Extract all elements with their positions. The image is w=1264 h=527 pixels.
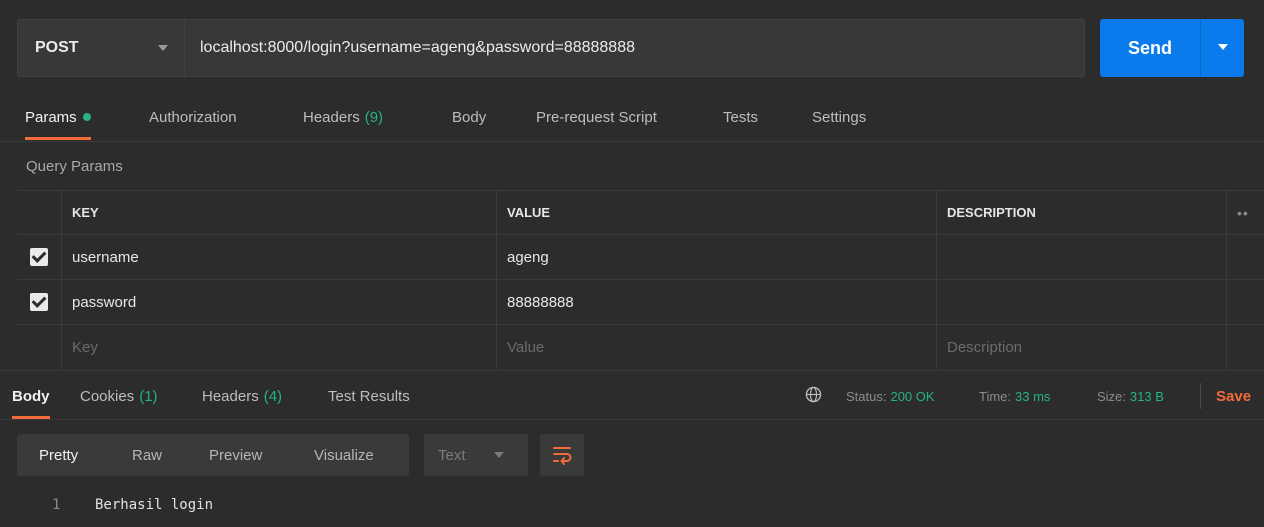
tab-response-body[interactable]: Body — [12, 371, 50, 421]
header-description: DESCRIPTION — [937, 191, 1227, 234]
tab-label: Test Results — [328, 387, 410, 405]
tab-tests[interactable]: Tests — [723, 92, 758, 142]
new-key-input[interactable]: Key — [62, 325, 497, 369]
header-value: VALUE — [497, 191, 937, 234]
checkbox-checked-icon[interactable] — [30, 248, 48, 266]
tab-label: Authorization — [149, 108, 237, 126]
wrap-lines-button[interactable] — [540, 434, 584, 476]
chevron-down-icon — [158, 45, 168, 51]
save-response-button[interactable]: Save — [1216, 371, 1251, 421]
tab-label: Cookies — [80, 387, 135, 405]
send-button[interactable]: Send — [1100, 19, 1200, 77]
globe-icon[interactable] — [805, 386, 822, 403]
tab-authorization[interactable]: Authorization — [149, 92, 237, 142]
time-value: 33 ms — [1015, 388, 1051, 404]
tab-count: (1) — [139, 387, 158, 405]
param-key-field[interactable]: username — [62, 235, 497, 279]
format-visualize[interactable]: Visualize — [314, 434, 374, 476]
param-value-field[interactable]: 88888888 — [497, 280, 937, 324]
param-description-field[interactable] — [937, 280, 1227, 324]
tab-test-results[interactable]: Test Results — [328, 371, 410, 421]
line-number: 1 — [52, 497, 61, 513]
header-key: KEY — [62, 191, 497, 234]
header-check-cell — [17, 191, 62, 234]
format-pretty[interactable]: Pretty — [39, 434, 78, 476]
chevron-down-icon — [494, 452, 504, 458]
language-select-value: Text — [438, 446, 466, 464]
active-indicator-icon — [82, 113, 91, 121]
tab-label: Pre-request Script — [536, 108, 657, 126]
active-tab-underline — [25, 137, 91, 140]
param-description-field[interactable] — [937, 235, 1227, 279]
table-row: username ageng — [17, 234, 1264, 279]
url-input[interactable]: localhost:8000/login?username=ageng&pass… — [185, 19, 1085, 77]
tab-cookies[interactable]: Cookies (1) — [80, 371, 158, 421]
wrap-lines-icon — [553, 447, 572, 465]
tab-label: Headers — [202, 387, 259, 405]
tab-label: Params — [25, 108, 77, 126]
request-tabs: Params Authorization Headers (9) Body Pr… — [0, 92, 1264, 142]
tab-settings[interactable]: Settings — [812, 92, 866, 142]
tab-response-headers[interactable]: Headers (4) — [202, 371, 282, 421]
divider — [1200, 383, 1201, 409]
row-check-cell — [17, 280, 62, 324]
response-tabs: Body Cookies (1) Headers (4) Test Result… — [0, 370, 1264, 420]
params-table: KEY VALUE DESCRIPTION •• username ageng … — [17, 190, 1264, 369]
tab-label: Settings — [812, 108, 867, 126]
tab-label: Headers — [303, 108, 360, 126]
tab-label: Body — [12, 387, 50, 405]
active-tab-underline — [12, 416, 50, 419]
tab-label: Body — [452, 108, 487, 126]
table-header: KEY VALUE DESCRIPTION •• — [17, 190, 1264, 234]
status-readout: Status: 200 OK — [846, 388, 935, 404]
param-value-field[interactable]: ageng — [497, 235, 937, 279]
size-readout: Size: 313 B — [1097, 388, 1164, 404]
time-readout: Time: 33 ms — [979, 388, 1051, 404]
language-select[interactable]: Text — [424, 434, 528, 476]
table-row-new: Key Value Description — [17, 324, 1264, 369]
method-label: POST — [35, 39, 79, 56]
new-description-input[interactable]: Description — [937, 325, 1227, 369]
response-body-text[interactable]: Berhasil login — [95, 490, 213, 520]
tab-params[interactable]: Params — [25, 92, 91, 142]
tab-count: (4) — [263, 387, 283, 405]
tab-body[interactable]: Body — [452, 92, 486, 142]
tab-count: (9) — [364, 108, 384, 126]
format-raw[interactable]: Raw — [132, 434, 162, 476]
query-params-title: Query Params — [26, 157, 123, 175]
status-value: 200 OK — [890, 388, 935, 404]
param-key-field[interactable]: password — [62, 280, 497, 324]
row-check-cell — [17, 235, 62, 279]
format-tabs: Pretty Raw Preview Visualize — [17, 434, 409, 476]
tab-label: Tests — [723, 108, 759, 126]
send-options-button[interactable] — [1200, 19, 1244, 77]
chevron-down-icon — [1218, 44, 1228, 50]
table-row: password 88888888 — [17, 279, 1264, 324]
row-check-cell — [17, 325, 62, 369]
checkbox-checked-icon[interactable] — [30, 293, 48, 311]
request-bar: POST localhost:8000/login?username=ageng… — [0, 0, 1264, 92]
tab-headers[interactable]: Headers (9) — [303, 92, 383, 142]
new-value-input[interactable]: Value — [497, 325, 937, 369]
method-select[interactable]: POST — [17, 19, 185, 77]
size-value: 313 B — [1129, 388, 1164, 404]
tab-pre-request-script[interactable]: Pre-request Script — [536, 92, 657, 142]
more-icon[interactable]: •• — [1227, 191, 1264, 234]
format-preview[interactable]: Preview — [209, 434, 262, 476]
